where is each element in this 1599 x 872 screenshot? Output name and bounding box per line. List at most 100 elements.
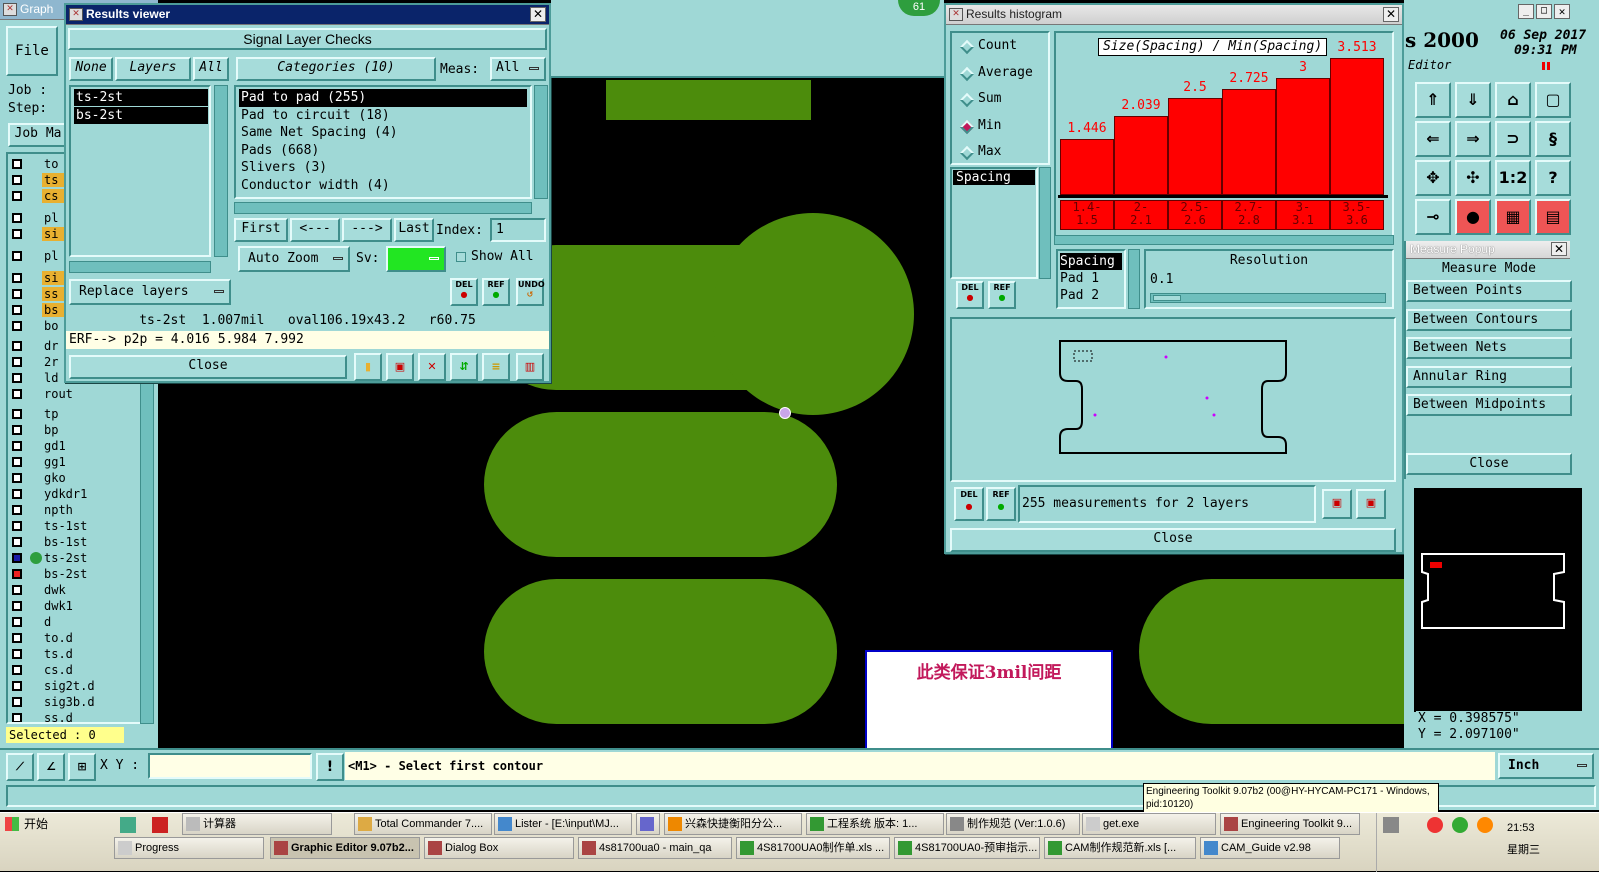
all-button[interactable]: All [193, 57, 229, 81]
ref-button[interactable]: REF ● [482, 278, 510, 306]
layer-row[interactable]: gd1 [8, 439, 144, 454]
preview-del-button[interactable]: DEL ● [954, 487, 984, 521]
close-icon[interactable]: ✕ [1551, 242, 1567, 256]
layer-row[interactable]: ts-1st [8, 519, 144, 534]
mode-option-average[interactable]: Average [952, 64, 1048, 84]
layer-row[interactable]: ydkdr1 [8, 487, 144, 502]
layer-row[interactable]: dwk1 [8, 599, 144, 614]
layer-checkbox[interactable] [12, 273, 22, 283]
layer-checkbox[interactable] [12, 289, 22, 299]
layer-checkbox[interactable] [12, 633, 22, 643]
tray-icon[interactable] [1383, 817, 1399, 833]
layer-checkbox[interactable] [12, 553, 22, 563]
step-icon[interactable]: ⇵ [450, 353, 478, 381]
taskbar-button[interactable] [636, 813, 660, 835]
histogram-bar[interactable] [1330, 58, 1384, 195]
layer-row[interactable]: gko [8, 471, 144, 486]
mode-option-count[interactable]: Count [952, 37, 1048, 57]
category-item[interactable]: Pad to pad (255) [239, 89, 527, 107]
taskbar-button[interactable]: Progress [114, 837, 264, 859]
sv-color-select[interactable] [386, 246, 446, 272]
taskbar-button[interactable]: 计算器 [182, 813, 332, 835]
layer-name[interactable]: sig3b.d [42, 695, 132, 709]
layer-list-vscroll[interactable] [214, 85, 228, 257]
close-icon[interactable]: ✕ [1554, 4, 1570, 19]
measure-close-button[interactable]: Close [1406, 453, 1572, 475]
preview-ref-button[interactable]: REF ● [986, 487, 1016, 521]
layer-row[interactable]: rout [8, 387, 144, 402]
maximize-icon[interactable]: □ [1536, 4, 1552, 19]
taskbar-button[interactable]: 兴森快捷衡阳分公... [664, 813, 802, 835]
layer-row[interactable]: bp [8, 423, 144, 438]
show-all-checkbox[interactable] [456, 252, 466, 262]
layer-name[interactable]: ts-1st [42, 519, 132, 533]
layer-row[interactable]: bs-1st [8, 535, 144, 550]
layer-name[interactable]: dwk1 [42, 599, 132, 613]
layer-row[interactable]: ss.d [8, 711, 144, 722]
layer-row[interactable]: ts-2st [8, 551, 144, 566]
taskbar-button[interactable]: Dialog Box [424, 837, 574, 859]
grid-icon[interactable]: ⊞ [68, 753, 96, 781]
layer-checkbox[interactable] [12, 585, 22, 595]
layer-checkbox[interactable] [12, 191, 22, 201]
layer-checkbox[interactable] [12, 357, 22, 367]
layer-checkbox[interactable] [12, 305, 22, 315]
layer-checkbox[interactable] [12, 601, 22, 611]
layer-checkbox[interactable] [12, 213, 22, 223]
resolution-slider[interactable] [1150, 293, 1386, 303]
layer-name[interactable]: bs-2st [42, 567, 132, 581]
layer-row[interactable]: gg1 [8, 455, 144, 470]
layer-checkbox[interactable] [12, 159, 22, 169]
mini-map[interactable] [1414, 488, 1582, 712]
fit-icon[interactable]: ✥ [1415, 160, 1451, 196]
tray-icon[interactable] [1452, 817, 1468, 833]
layer-name[interactable]: gd1 [42, 439, 132, 453]
home-icon[interactable]: ⌂ [1495, 82, 1531, 118]
help-icon[interactable]: ? [1535, 160, 1571, 196]
layer-checkbox[interactable] [12, 617, 22, 627]
connect-icon[interactable]: ⊸ [1415, 199, 1451, 235]
radio-icon[interactable] [959, 119, 975, 134]
layer-checkbox[interactable] [12, 649, 22, 659]
layer-name[interactable]: ts.d [42, 647, 132, 661]
pdf-icon[interactable] [152, 817, 168, 833]
layer-row[interactable]: ts.d [8, 647, 144, 662]
result-layer-item[interactable]: bs-2st [74, 107, 208, 124]
histogram-bar[interactable] [1060, 139, 1114, 195]
radio-icon[interactable] [959, 66, 975, 81]
layer-name[interactable]: bs-1st [42, 535, 132, 549]
job-manager-button[interactable]: Job Ma [8, 123, 68, 147]
layer-name[interactable]: ss.d [42, 711, 132, 722]
zoom-out-icon[interactable]: ▣ [1356, 489, 1386, 519]
radio-icon[interactable] [959, 39, 975, 55]
tray-icon[interactable] [1477, 817, 1493, 833]
layer-name[interactable]: tp [42, 407, 132, 421]
histogram-close-button[interactable]: Close [950, 528, 1396, 552]
snap-icon[interactable]: ⟋ [6, 753, 34, 781]
taskbar-button[interactable]: Graphic Editor 9.07b2... [270, 837, 420, 859]
layer-name[interactable]: sig2t.d [42, 679, 132, 693]
info-list[interactable]: Spacing Pad 1 Pad 2 [1056, 249, 1126, 309]
layer-row[interactable]: to.d [8, 631, 144, 646]
taskbar-button[interactable]: Lister - [E:\input\MJ... [494, 813, 632, 835]
layer-checkbox[interactable] [12, 321, 22, 331]
layer-checkbox[interactable] [12, 457, 22, 467]
hist-ref-button[interactable]: REF ● [988, 281, 1016, 309]
field-item-spacing[interactable]: Spacing [953, 170, 1035, 185]
info-item[interactable]: Spacing [1060, 253, 1122, 270]
s-curve-icon[interactable]: § [1535, 121, 1571, 157]
layer-row[interactable]: bs-2st [8, 567, 144, 582]
replace-layers-select[interactable]: Replace layers [69, 279, 231, 305]
category-item[interactable]: Conductor width (4) [239, 177, 527, 195]
layer-checkbox[interactable] [12, 537, 22, 547]
taskbar-button[interactable]: 工程系统 版本: 1... [806, 813, 944, 835]
layer-checkbox[interactable] [12, 681, 22, 691]
category-item[interactable]: Pad to circuit (18) [239, 107, 527, 125]
net-icon[interactable]: ▦ [1495, 199, 1531, 235]
result-layer-item[interactable]: ts-2st [74, 89, 208, 106]
layer-checkbox[interactable] [12, 251, 22, 261]
layer-name[interactable]: ydkdr1 [42, 487, 132, 501]
slider-thumb[interactable] [1153, 295, 1181, 301]
layer-name[interactable]: dwk [42, 583, 132, 597]
undo-button[interactable]: UNDO ↺ [516, 278, 545, 306]
